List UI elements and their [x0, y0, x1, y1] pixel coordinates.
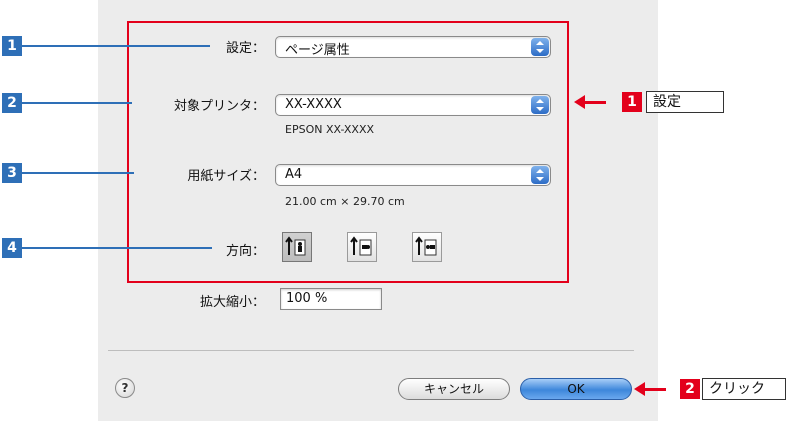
paper-size-popup[interactable]: A4	[275, 164, 551, 186]
printer-label: 対象プリンタ：	[173, 99, 265, 114]
scale-label: 拡大縮小：	[199, 295, 265, 310]
callout-1-badge: 1	[2, 36, 22, 56]
paper-size-popup-value: A4	[285, 167, 303, 182]
callout-right-2-badge: 2	[680, 379, 700, 399]
settings-label: 設定：	[225, 41, 265, 56]
orientation-label: 方向：	[225, 244, 265, 259]
landscape-left-person-icon	[350, 236, 372, 256]
scale-input-value: 100 %	[286, 291, 328, 306]
printer-description: EPSON XX-XXXX	[285, 123, 375, 136]
printer-popup[interactable]: XX-XXXX	[275, 94, 551, 116]
help-button[interactable]: ?	[115, 378, 135, 398]
landscape-right-person-icon	[415, 236, 437, 256]
orientation-landscape-left-button[interactable]	[347, 232, 377, 262]
callout-right-1-label: 設定	[646, 91, 724, 113]
orientation-landscape-right-button[interactable]	[412, 232, 442, 262]
settings-popup-value: ページ属性	[285, 43, 350, 58]
callout-3-line	[22, 172, 134, 174]
paper-size-label: 用紙サイズ：	[187, 169, 265, 184]
portrait-person-icon	[285, 236, 306, 256]
callout-3-badge: 3	[2, 163, 22, 183]
popup-arrows-icon	[531, 96, 549, 114]
callout-4-badge: 4	[2, 238, 22, 258]
cancel-button[interactable]: キャンセル	[398, 378, 510, 400]
popup-arrows-icon	[531, 38, 549, 56]
scale-input[interactable]: 100 %	[280, 288, 382, 310]
callout-right-1-line	[584, 101, 606, 104]
paper-dimensions: 21.00 cm × 29.70 cm	[285, 195, 405, 208]
ok-button[interactable]: OK	[520, 378, 632, 400]
printer-popup-value: XX-XXXX	[285, 97, 342, 112]
popup-arrows-icon	[531, 166, 549, 184]
callout-right-2-label: クリック	[702, 378, 786, 400]
callout-2-line	[22, 102, 132, 104]
orientation-portrait-button[interactable]	[282, 232, 312, 262]
settings-popup[interactable]: ページ属性	[275, 36, 551, 58]
callout-right-2-line	[644, 388, 666, 391]
dialog-divider	[108, 350, 634, 351]
callout-2-badge: 2	[2, 93, 22, 113]
callout-right-1-badge: 1	[622, 92, 642, 112]
